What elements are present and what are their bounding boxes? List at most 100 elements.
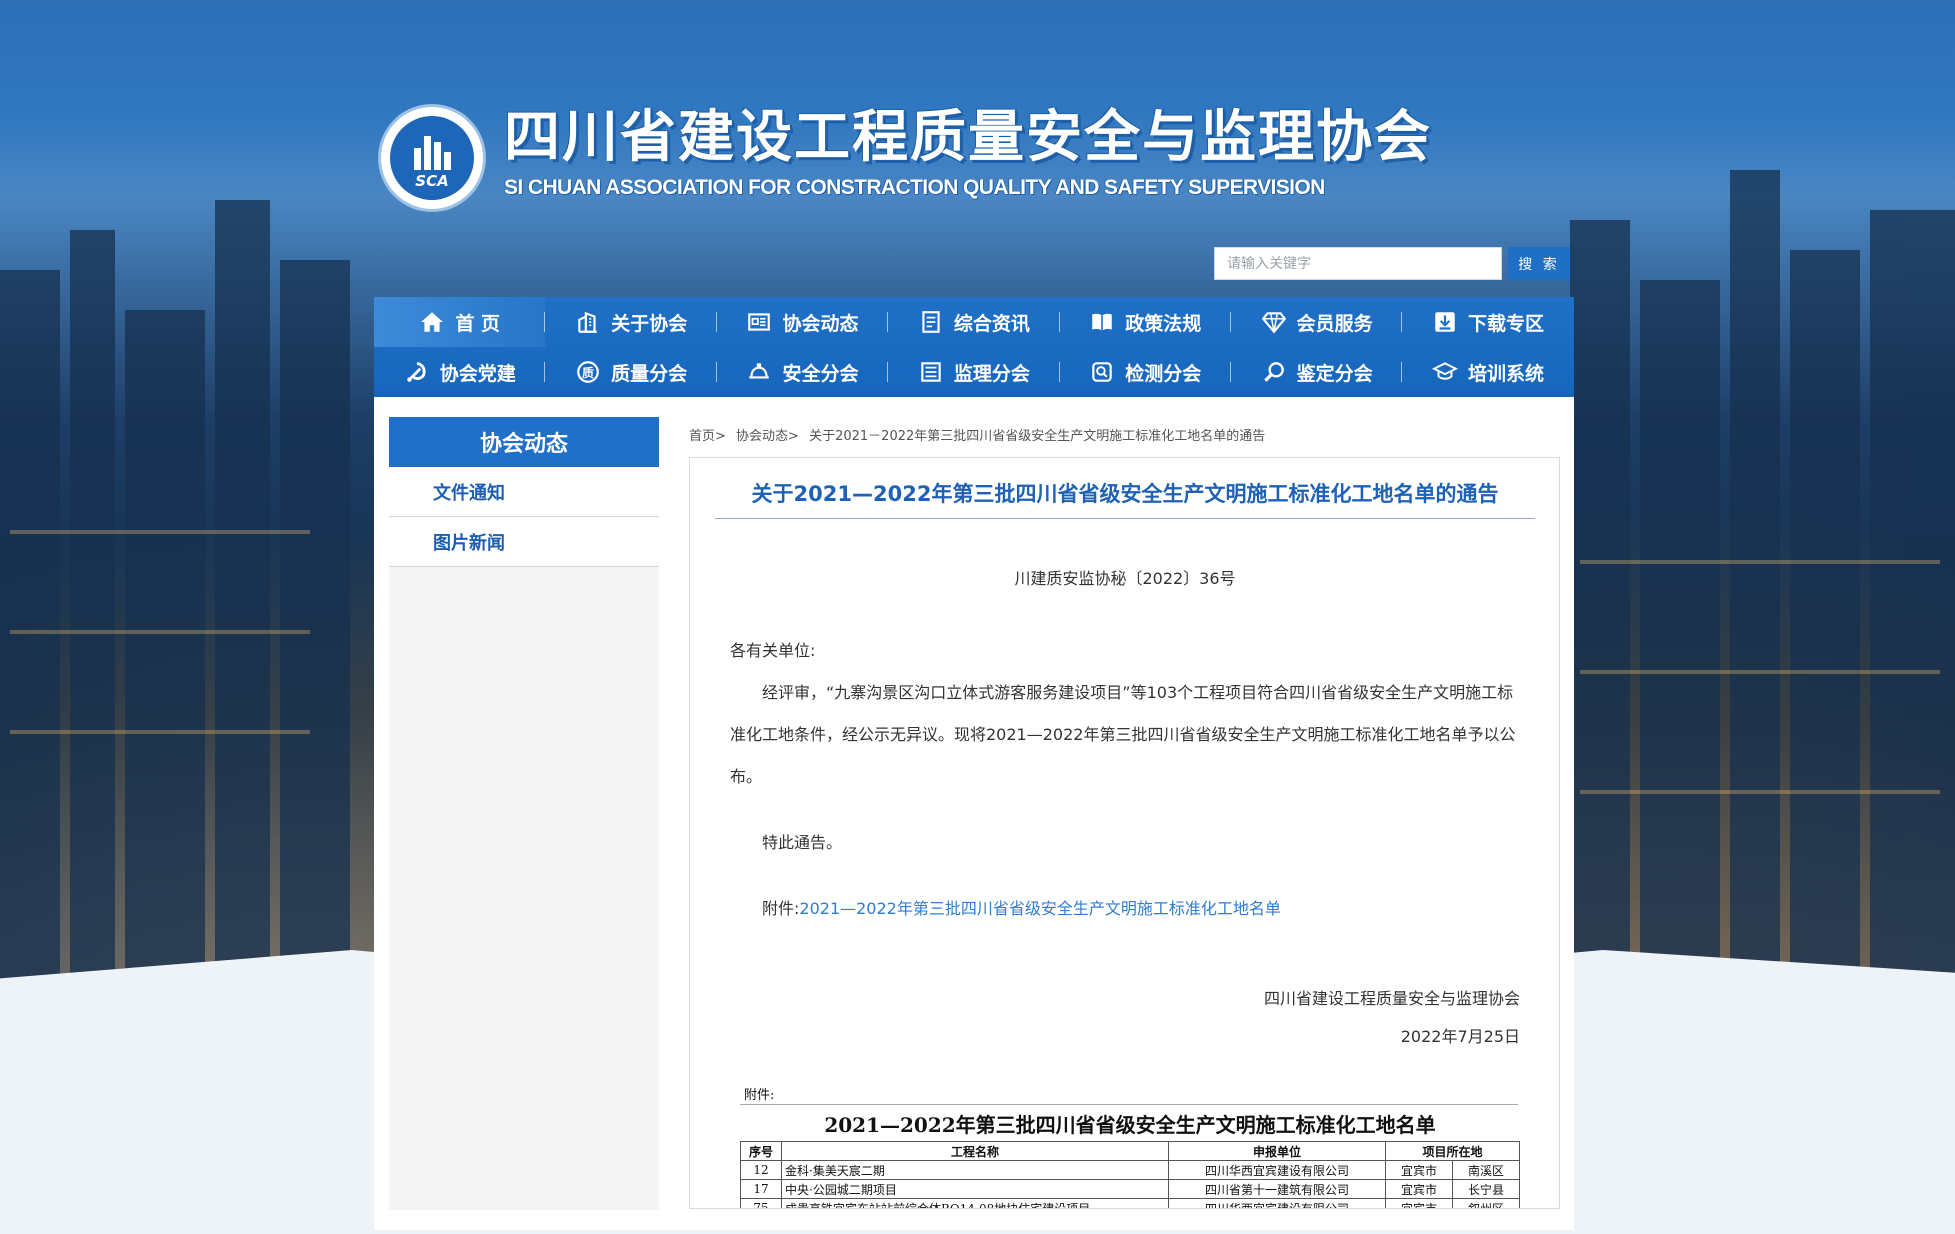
- site-list-table: 序号 工程名称 申报单位 项目所在地 12 金科·集美天宸二期 四川华西宜宾建设…: [740, 1141, 1520, 1208]
- nav-item-member[interactable]: 会员服务: [1231, 297, 1403, 347]
- table-header-row: 序号 工程名称 申报单位 项目所在地: [740, 1141, 1520, 1161]
- table-cell: 17: [740, 1179, 782, 1199]
- table-cell: 四川省第十一建筑有限公司: [1168, 1179, 1386, 1199]
- nav-label: 检测分会: [1125, 362, 1202, 385]
- association-logo[interactable]: SCA: [378, 104, 486, 212]
- site-title-cn: 四川省建设工程质量安全与监理协会: [504, 104, 1432, 170]
- table-cell: 12: [740, 1160, 782, 1180]
- breadcrumb: 首页> 协会动态> 关于2021－2022年第三批四川省省级安全生产文明施工标准…: [689, 425, 1271, 444]
- nav-item-about[interactable]: 关于协会: [545, 297, 717, 347]
- breadcrumb-current: 关于2021－2022年第三批四川省省级安全生产文明施工标准化工地名单的通告: [809, 429, 1266, 444]
- magnifier-icon: [1261, 359, 1287, 385]
- nav-label: 首 页: [455, 312, 500, 335]
- logo-text: SCA: [415, 172, 449, 190]
- nav-label: 监理分会: [953, 362, 1030, 385]
- table-cell: 成贵高铁宜宾东站站前综合体BQ14-08地块住宅建设项目: [781, 1198, 1169, 1208]
- nav-item-supervision[interactable]: 监理分会: [888, 347, 1060, 397]
- document-number: 川建质安监协秘〔2022〕36号: [1014, 569, 1236, 588]
- site-header: SCA 四川省建设工程质量安全与监理协会 SI CHUAN ASSOCIATIO…: [378, 104, 1432, 212]
- nav-label: 协会动态: [782, 312, 859, 335]
- article-body: 川建质安监协秘〔2022〕36号 各有关单位: 经评审，“九寨沟景区沟口立体式游…: [730, 558, 1520, 1054]
- nav-item-appraisal[interactable]: 鉴定分会: [1231, 347, 1403, 397]
- table-cell: 四川华西宜宾建设有限公司: [1168, 1198, 1386, 1208]
- nav-item-news[interactable]: 协会动态: [717, 297, 889, 347]
- attachment-table-image: 附件: 2021—2022年第三批四川省省级安全生产文明施工标准化工地名单 序号…: [740, 1083, 1530, 1208]
- table-cell: 金科·集美天宸二期: [781, 1160, 1169, 1180]
- signature-org: 四川省建设工程质量安全与监理协会: [1263, 989, 1520, 1008]
- table-cell: 长宁县: [1452, 1179, 1520, 1199]
- signature-date: 2022年7月25日: [1400, 1027, 1520, 1046]
- main-nav: 首 页 关于协会 协会动态 综合资讯 政策法规 会员服务 下载专区 协会党建 质…: [374, 297, 1574, 397]
- article-title: 关于2021—2022年第三批四川省省级安全生产文明施工标准化工地名单的通告: [715, 478, 1535, 519]
- table-header: 工程名称: [781, 1141, 1169, 1161]
- party-icon: [404, 359, 430, 385]
- nav-item-training[interactable]: 培训系统: [1402, 347, 1573, 397]
- document-icon: [918, 309, 944, 335]
- nav-label: 质量分会: [611, 362, 688, 385]
- breadcrumb-section[interactable]: 协会动态>: [736, 429, 799, 444]
- table-cell: 南溪区: [1452, 1160, 1520, 1180]
- building-icon: [575, 309, 601, 335]
- nav-item-info[interactable]: 综合资讯: [888, 297, 1060, 347]
- sidebar-item-notices[interactable]: 文件通知: [389, 467, 659, 517]
- nav-label: 协会党建: [439, 362, 516, 385]
- article-closing: 特此通告。: [762, 833, 843, 852]
- helmet-icon: [746, 359, 772, 385]
- table-cell: 叙州区: [1452, 1198, 1520, 1208]
- search-button[interactable]: 搜 索: [1508, 247, 1570, 280]
- table-cell: 四川华西宜宾建设有限公司: [1168, 1160, 1386, 1180]
- sidebar: 协会动态 文件通知 图片新闻: [389, 417, 659, 1210]
- nav-item-party[interactable]: 协会党建: [374, 347, 546, 397]
- nav-label: 会员服务: [1296, 312, 1373, 335]
- book-icon: [1089, 309, 1115, 335]
- table-cell: 宜宾市: [1385, 1160, 1453, 1180]
- sidebar-item-photo-news[interactable]: 图片新闻: [389, 517, 659, 567]
- attachment-line: 附件:2021—2022年第三批四川省省级安全生产文明施工标准化工地名单: [730, 888, 1520, 930]
- nav-item-inspection[interactable]: 检测分会: [1060, 347, 1231, 397]
- nav-item-safety[interactable]: 安全分会: [717, 347, 889, 397]
- search-input[interactable]: [1214, 247, 1502, 280]
- graduation-cap-icon: [1432, 359, 1459, 385]
- quality-icon: 质: [575, 359, 601, 385]
- home-icon: [419, 309, 445, 335]
- news-icon: [746, 309, 772, 335]
- nav-label: 培训系统: [1468, 362, 1545, 385]
- nav-label: 下载专区: [1468, 312, 1545, 335]
- nav-label: 政策法规: [1125, 312, 1202, 335]
- table-header: 申报单位: [1168, 1141, 1386, 1161]
- nav-label: 鉴定分会: [1296, 362, 1373, 385]
- attachment-link[interactable]: 2021—2022年第三批四川省省级安全生产文明施工标准化工地名单: [799, 899, 1280, 918]
- table-cell: 中央·公园城二期项目: [781, 1179, 1169, 1199]
- table-row: 12 金科·集美天宸二期 四川华西宜宾建设有限公司 宜宾市 南溪区: [740, 1160, 1520, 1180]
- table-row: 17 中央·公园城二期项目 四川省第十一建筑有限公司 宜宾市 长宁县: [740, 1179, 1520, 1199]
- site-title-en: SI CHUAN ASSOCIATION FOR CONSTRACTION QU…: [504, 176, 1325, 199]
- nav-item-download[interactable]: 下载专区: [1402, 297, 1573, 347]
- attachment-label: 附件:: [762, 899, 800, 918]
- salutation: 各有关单位:: [730, 641, 816, 660]
- inspection-icon: [1089, 359, 1115, 385]
- sidebar-title: 协会动态: [389, 417, 659, 467]
- table-cell: 75: [740, 1198, 782, 1208]
- article-paragraph: 经评审，“九寨沟景区沟口立体式游客服务建设项目”等103个工程项目符合四川省省级…: [730, 683, 1516, 786]
- table-row: 75 成贵高铁宜宾东站站前综合体BQ14-08地块住宅建设项目 四川华西宜宾建设…: [740, 1198, 1520, 1208]
- nav-label: 安全分会: [782, 362, 859, 385]
- nav-item-policy[interactable]: 政策法规: [1060, 297, 1231, 347]
- supervision-icon: [918, 359, 944, 385]
- content-frame: 协会动态 文件通知 图片新闻 首页> 协会动态> 关于2021－2022年第三批…: [374, 397, 1574, 1230]
- nav-label: 综合资讯: [953, 312, 1030, 335]
- search-bar: 搜 索: [1214, 247, 1570, 280]
- nav-item-quality[interactable]: 质 质量分会: [545, 347, 717, 397]
- article-panel: 关于2021—2022年第三批四川省省级安全生产文明施工标准化工地名单的通告 川…: [689, 457, 1560, 1209]
- table-attachment-label: 附件:: [740, 1083, 1518, 1105]
- diamond-icon: [1261, 309, 1287, 335]
- table-title: 2021—2022年第三批四川省省级安全生产文明施工标准化工地名单: [824, 1113, 1436, 1137]
- nav-item-home[interactable]: 首 页: [374, 297, 546, 347]
- breadcrumb-home[interactable]: 首页>: [689, 429, 726, 444]
- nav-label: 关于协会: [611, 312, 688, 335]
- table-cell: 宜宾市: [1385, 1198, 1453, 1208]
- table-header: 序号: [740, 1141, 782, 1161]
- table-cell: 宜宾市: [1385, 1179, 1453, 1199]
- svg-text:质: 质: [582, 366, 594, 380]
- download-icon: [1432, 309, 1458, 335]
- table-header: 项目所在地: [1385, 1141, 1520, 1161]
